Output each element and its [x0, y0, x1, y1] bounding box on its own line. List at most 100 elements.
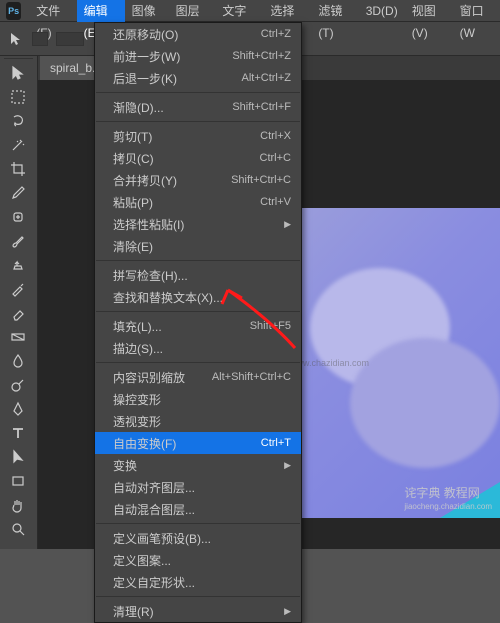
- clone-stamp-tool[interactable]: [0, 253, 36, 277]
- menu-select[interactable]: 选择(S): [263, 0, 311, 22]
- menu-item[interactable]: 清理(R) ▶: [95, 600, 301, 622]
- menu-item[interactable]: 定义画笔预设(B)...: [95, 527, 301, 549]
- canvas[interactable]: www.chazidian.com 诧字典 教程网 jiaocheng.chaz…: [280, 208, 500, 518]
- menu-view[interactable]: 视图(V): [405, 0, 453, 22]
- menu-3d[interactable]: 3D(D): [359, 0, 405, 22]
- menu-layer[interactable]: 图层(L): [169, 0, 216, 22]
- menu-item-label: 拷贝(C): [113, 150, 154, 167]
- rectangle-tool[interactable]: [0, 469, 36, 493]
- menu-file[interactable]: 文件(F): [29, 0, 76, 22]
- menu-item: 自动对齐图层...: [95, 476, 301, 498]
- menu-item[interactable]: 填充(L)...Shift+F5: [95, 315, 301, 337]
- menu-item[interactable]: 自由变换(F) Ctrl+T: [95, 432, 301, 454]
- menu-item[interactable]: 内容识别缩放 Alt+Shift+Ctrl+C: [95, 366, 301, 388]
- menu-item-shortcut: Ctrl+T: [261, 437, 291, 449]
- type-tool[interactable]: [0, 421, 36, 445]
- menu-item-shortcut: Shift+Ctrl+C: [231, 174, 291, 186]
- menu-item-shortcut: Shift+Ctrl+Z: [232, 50, 291, 62]
- brush-tool[interactable]: [0, 229, 36, 253]
- menu-item-label: 合并拷贝(Y): [113, 172, 177, 189]
- menu-item-label: 定义自定形状...: [113, 574, 195, 591]
- menu-item: 渐隐(D)...Shift+Ctrl+F: [95, 96, 301, 118]
- menu-item-shortcut: Ctrl+V: [260, 196, 291, 208]
- menu-item-shortcut: Ctrl+Z: [261, 28, 291, 40]
- move-tool[interactable]: [0, 61, 36, 85]
- menu-item-label: 定义画笔预设(B)...: [113, 530, 211, 547]
- menu-bar: Ps 文件(F) 编辑(E) 图像(I) 图层(L) 文字(Y) 选择(S) 滤…: [0, 0, 500, 22]
- menu-item[interactable]: 透视变形: [95, 410, 301, 432]
- menu-item[interactable]: 合并拷贝(Y) Shift+Ctrl+C: [95, 169, 301, 191]
- menu-item: 查找和替换文本(X)...: [95, 286, 301, 308]
- image-content: [350, 338, 500, 468]
- menu-item-label: 内容识别缩放: [113, 369, 185, 386]
- menu-item-shortcut: Ctrl+C: [260, 152, 291, 164]
- menu-item-label: 操控变形: [113, 391, 161, 408]
- menu-item-label: 清理(R): [113, 603, 154, 620]
- dodge-tool[interactable]: [0, 373, 36, 397]
- menu-item[interactable]: 还原移动(O) Ctrl+Z: [95, 23, 301, 45]
- menu-item[interactable]: 拷贝(C) Ctrl+C: [95, 147, 301, 169]
- menu-item-label: 变换: [113, 457, 137, 474]
- menu-window[interactable]: 窗口(W: [453, 0, 500, 22]
- menu-item-label: 前进一步(W): [113, 48, 180, 65]
- menu-item-shortcut: Alt+Ctrl+Z: [241, 72, 291, 84]
- path-selection-tool[interactable]: [0, 445, 36, 469]
- menu-type[interactable]: 文字(Y): [215, 0, 263, 22]
- eyedropper-tool[interactable]: [0, 181, 36, 205]
- menu-item[interactable]: 定义自定形状...: [95, 571, 301, 593]
- menu-item[interactable]: 前进一步(W) Shift+Ctrl+Z: [95, 45, 301, 67]
- watermark-brand: 诧字典 教程网 jiaocheng.chazidian.com: [404, 484, 492, 512]
- menu-item-label: 自动对齐图层...: [113, 479, 195, 496]
- blur-tool[interactable]: [0, 349, 36, 373]
- menu-item-label: 后退一步(K): [113, 70, 177, 87]
- menu-item-shortcut: Ctrl+X: [260, 130, 291, 142]
- menu-filter[interactable]: 滤镜(T): [311, 0, 358, 22]
- gradient-tool[interactable]: [0, 325, 36, 349]
- menu-item-label: 选择性粘贴(I): [113, 216, 184, 233]
- menu-item[interactable]: 描边(S)...: [95, 337, 301, 359]
- magic-wand-tool[interactable]: [0, 133, 36, 157]
- marquee-tool[interactable]: [0, 85, 36, 109]
- menu-item[interactable]: 后退一步(K) Alt+Ctrl+Z: [95, 67, 301, 89]
- menu-item: 拼写检查(H)...: [95, 264, 301, 286]
- history-brush-tool[interactable]: [0, 277, 36, 301]
- healing-brush-tool[interactable]: [0, 205, 36, 229]
- menu-item[interactable]: 操控变形: [95, 388, 301, 410]
- edit-menu-dropdown: 还原移动(O) Ctrl+Z 前进一步(W) Shift+Ctrl+Z 后退一步(K) A…: [94, 22, 302, 623]
- move-tool-icon: [8, 31, 24, 47]
- menu-item-label: 拼写检查(H)...: [113, 267, 188, 284]
- zoom-tool[interactable]: [0, 517, 36, 541]
- menu-item-label: 透视变形: [113, 413, 161, 430]
- swatch-icon[interactable]: [32, 32, 48, 46]
- menu-item-label: 描边(S)...: [113, 340, 163, 357]
- menu-item-label: 粘贴(P): [113, 194, 153, 211]
- menu-item-label: 自由变换(F): [113, 435, 176, 452]
- submenu-arrow-icon: ▶: [284, 219, 291, 230]
- menu-item[interactable]: 定义图案...: [95, 549, 301, 571]
- menu-item-label: 填充(L)...: [113, 318, 162, 335]
- menu-item-shortcut: Shift+Ctrl+F: [232, 101, 291, 113]
- submenu-arrow-icon: ▶: [284, 606, 291, 617]
- app-logo: Ps: [6, 2, 21, 20]
- menu-item-label: 剪切(T): [113, 128, 152, 145]
- pen-tool[interactable]: [0, 397, 36, 421]
- menu-item[interactable]: 变换 ▶: [95, 454, 301, 476]
- menu-edit[interactable]: 编辑(E): [77, 0, 125, 22]
- menu-item-label: 还原移动(O): [113, 26, 178, 43]
- menu-item[interactable]: 选择性粘贴(I) ▶: [95, 213, 301, 235]
- submenu-arrow-icon: ▶: [284, 460, 291, 471]
- swatch-icon[interactable]: [56, 32, 84, 46]
- menu-item[interactable]: 粘贴(P) Ctrl+V: [95, 191, 301, 213]
- menu-item-shortcut: Alt+Shift+Ctrl+C: [212, 371, 291, 383]
- tool-panel: [0, 56, 38, 549]
- crop-tool[interactable]: [0, 157, 36, 181]
- menu-item: 自动混合图层...: [95, 498, 301, 520]
- menu-item-label: 自动混合图层...: [113, 501, 195, 518]
- menu-item-label: 查找和替换文本(X)...: [113, 289, 223, 306]
- menu-item[interactable]: 剪切(T) Ctrl+X: [95, 125, 301, 147]
- menu-image[interactable]: 图像(I): [125, 0, 169, 22]
- eraser-tool[interactable]: [0, 301, 36, 325]
- lasso-tool[interactable]: [0, 109, 36, 133]
- menu-item: 清除(E): [95, 235, 301, 257]
- hand-tool[interactable]: [0, 493, 36, 517]
